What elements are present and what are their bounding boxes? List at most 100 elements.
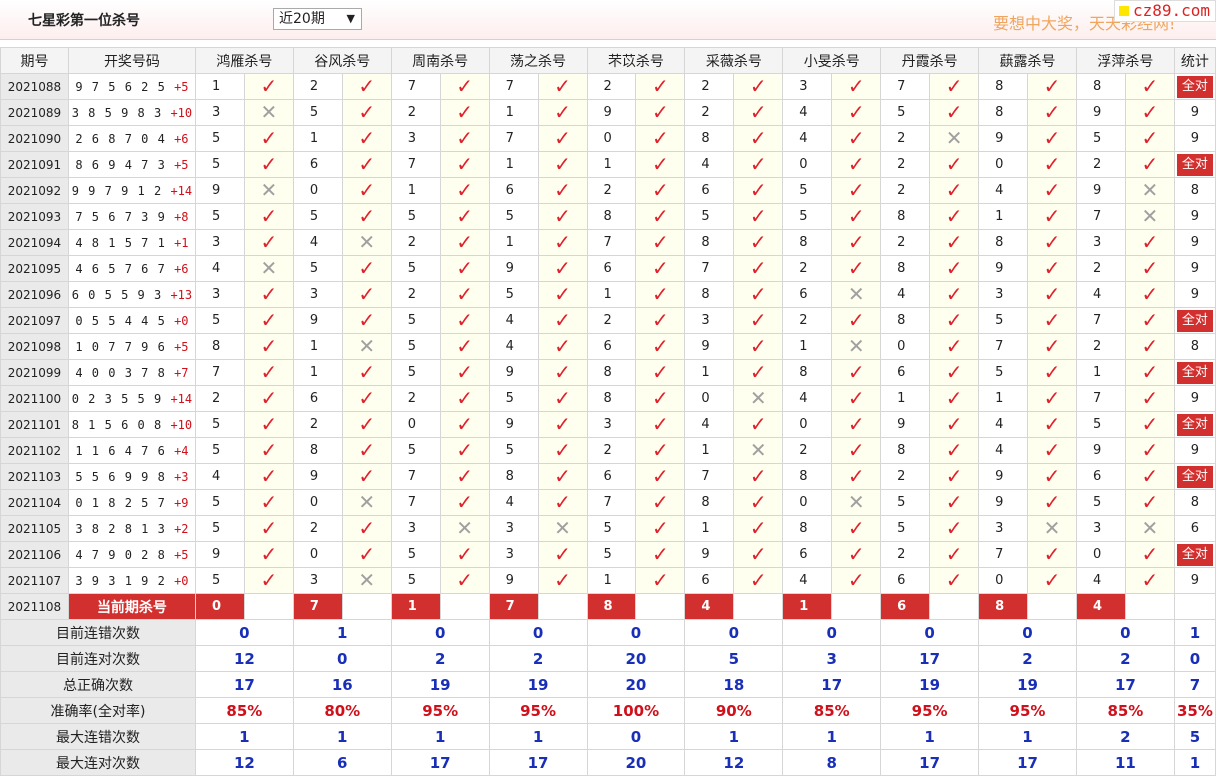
result-mark-cell: ✓ (1027, 73, 1077, 100)
check-icon: ✓ (260, 126, 278, 150)
result-mark-cell: ✓ (537, 99, 588, 126)
result-mark-cell: ✓ (929, 151, 980, 178)
check-icon: ✓ (554, 386, 571, 410)
kill-number-cell: 7 (390, 73, 441, 100)
check-icon: ✓ (456, 152, 474, 176)
check-icon: ✓ (1043, 230, 1061, 254)
period-select[interactable]: 近20期 ▼ (273, 8, 362, 30)
check-icon: ✓ (358, 308, 376, 332)
kill-number-cell: 1 (684, 359, 735, 386)
result-mark-cell: ✓ (733, 203, 784, 230)
site-logo[interactable]: cz89.com (1114, 0, 1216, 22)
period-cell: 2021091 (0, 151, 69, 178)
draw-numbers-cell: 6 0 5 5 9 3 +13 (67, 281, 196, 308)
check-icon: ✓ (1043, 386, 1061, 410)
stat-cell: 8 (1173, 489, 1216, 516)
kill-number-cell: 2 (880, 125, 931, 152)
kill-number-cell: 2 (880, 151, 931, 178)
result-mark-cell: ✓ (341, 99, 392, 126)
kill-number-cell: 6 (684, 567, 735, 594)
result-mark-cell: ✕ (341, 489, 392, 516)
result-mark-cell: ✓ (341, 463, 392, 490)
result-mark-cell: ✓ (635, 489, 686, 516)
kill-number-cell: 0 (684, 385, 735, 412)
result-mark-cell: ✓ (439, 411, 490, 438)
check-icon: ✓ (1043, 438, 1061, 462)
kill-number-cell: 4 (194, 463, 245, 490)
check-icon: ✓ (945, 568, 963, 592)
stat-cell: 全对 (1173, 463, 1216, 490)
stat-cell: 8 (1173, 333, 1216, 360)
stat-cell: 全对 (1173, 411, 1216, 438)
kill-number-cell: 3 (488, 515, 539, 542)
check-icon: ✓ (1043, 282, 1061, 306)
kill-number-cell: 7 (684, 255, 735, 282)
check-icon: ✓ (358, 282, 376, 306)
check-icon: ✓ (749, 178, 767, 202)
stats-row: 总正确次数 17 16 19 19 20 18 17 19 19 17 7 (0, 671, 1216, 698)
result-mark-cell: ✓ (733, 359, 784, 386)
result-mark-cell: ✓ (537, 359, 588, 386)
check-icon: ✓ (652, 464, 669, 488)
stat-count: 9 (1190, 209, 1200, 224)
stats-value: 18 (684, 671, 784, 698)
stats-value: 19 (978, 671, 1077, 698)
kill-number-cell: 8 (880, 255, 931, 282)
check-icon: ✓ (847, 464, 865, 488)
kill-number-cell: 5 (1075, 411, 1126, 438)
kill-number-cell: 1 (684, 437, 735, 464)
stat-cell: 全对 (1173, 307, 1216, 334)
result-mark-cell: ✓ (1124, 125, 1175, 152)
result-mark-cell: ✕ (929, 125, 980, 152)
check-icon: ✓ (945, 152, 963, 176)
result-mark-cell: ✓ (929, 333, 980, 360)
kill-number-cell: 2 (1075, 333, 1126, 360)
result-mark-cell: ✓ (243, 203, 294, 230)
kill-number-cell: 3 (488, 541, 539, 568)
kill-number-cell: 3 (390, 515, 441, 542)
check-icon: ✓ (945, 230, 963, 254)
check-icon: ✓ (358, 464, 376, 488)
stats-label: 总正确次数 (0, 671, 196, 698)
cross-icon: ✕ (847, 334, 865, 358)
result-mark-cell: ✕ (733, 385, 784, 412)
check-icon: ✓ (260, 360, 278, 384)
draw-sum: +13 (170, 287, 193, 302)
result-mark-cell: ✓ (341, 125, 392, 152)
result-mark-cell: ✓ (831, 99, 882, 126)
kill-number-cell: 7 (880, 73, 931, 100)
stat-count: 8 (1190, 339, 1200, 354)
period-cell: 2021099 (0, 359, 69, 386)
kill-number-cell: 7 (1075, 203, 1126, 230)
result-mark-cell: ✓ (341, 307, 392, 334)
check-icon: ✓ (554, 334, 571, 358)
table-header-row: 期号 开奖号码 鸿雁杀号 谷风杀号 周南杀号 荡之杀号 芣苡杀号 采薇杀号 小旻杀号 丹霞杀号 蕻露… (0, 47, 1216, 74)
kill-number-cell: 1 (978, 385, 1029, 412)
current-kill-number: 7 (488, 593, 539, 620)
check-icon: ✓ (945, 282, 963, 306)
check-icon: ✓ (749, 152, 767, 176)
check-icon: ✓ (456, 74, 474, 98)
check-icon: ✓ (554, 126, 571, 150)
check-icon: ✓ (652, 256, 669, 280)
period-cell: 2021107 (0, 567, 69, 594)
stat-count: 8 (1190, 495, 1200, 510)
check-icon: ✓ (1141, 464, 1159, 488)
check-icon: ✓ (358, 542, 376, 566)
kill-number-cell: 8 (684, 281, 735, 308)
result-mark-cell: ✓ (439, 73, 490, 100)
check-icon: ✓ (554, 230, 571, 254)
check-icon: ✓ (554, 438, 571, 462)
result-mark-cell: ✓ (831, 73, 882, 100)
result-mark-cell: ✓ (439, 281, 490, 308)
kill-number-cell: 2 (586, 307, 637, 334)
stats-value-total: 5 (1173, 723, 1216, 750)
stats-value: 85% (782, 697, 882, 724)
stat-cell: 全对 (1173, 359, 1216, 386)
table-row: 2021097 0 5 5 4 4 5 +0 5 ✓ 9 ✓ 5 ✓ 4 ✓ 2 ✓ 3 ✓ 2 ✓ 8 ✓ 5 ✓ 7… (0, 307, 1216, 334)
check-icon: ✓ (652, 386, 669, 410)
draw-numbers-cell: 8 6 9 4 7 3 +5 (67, 151, 196, 178)
result-mark-cell: ✓ (635, 99, 686, 126)
kill-number-cell: 5 (194, 203, 245, 230)
kill-number-cell: 3 (194, 99, 245, 126)
